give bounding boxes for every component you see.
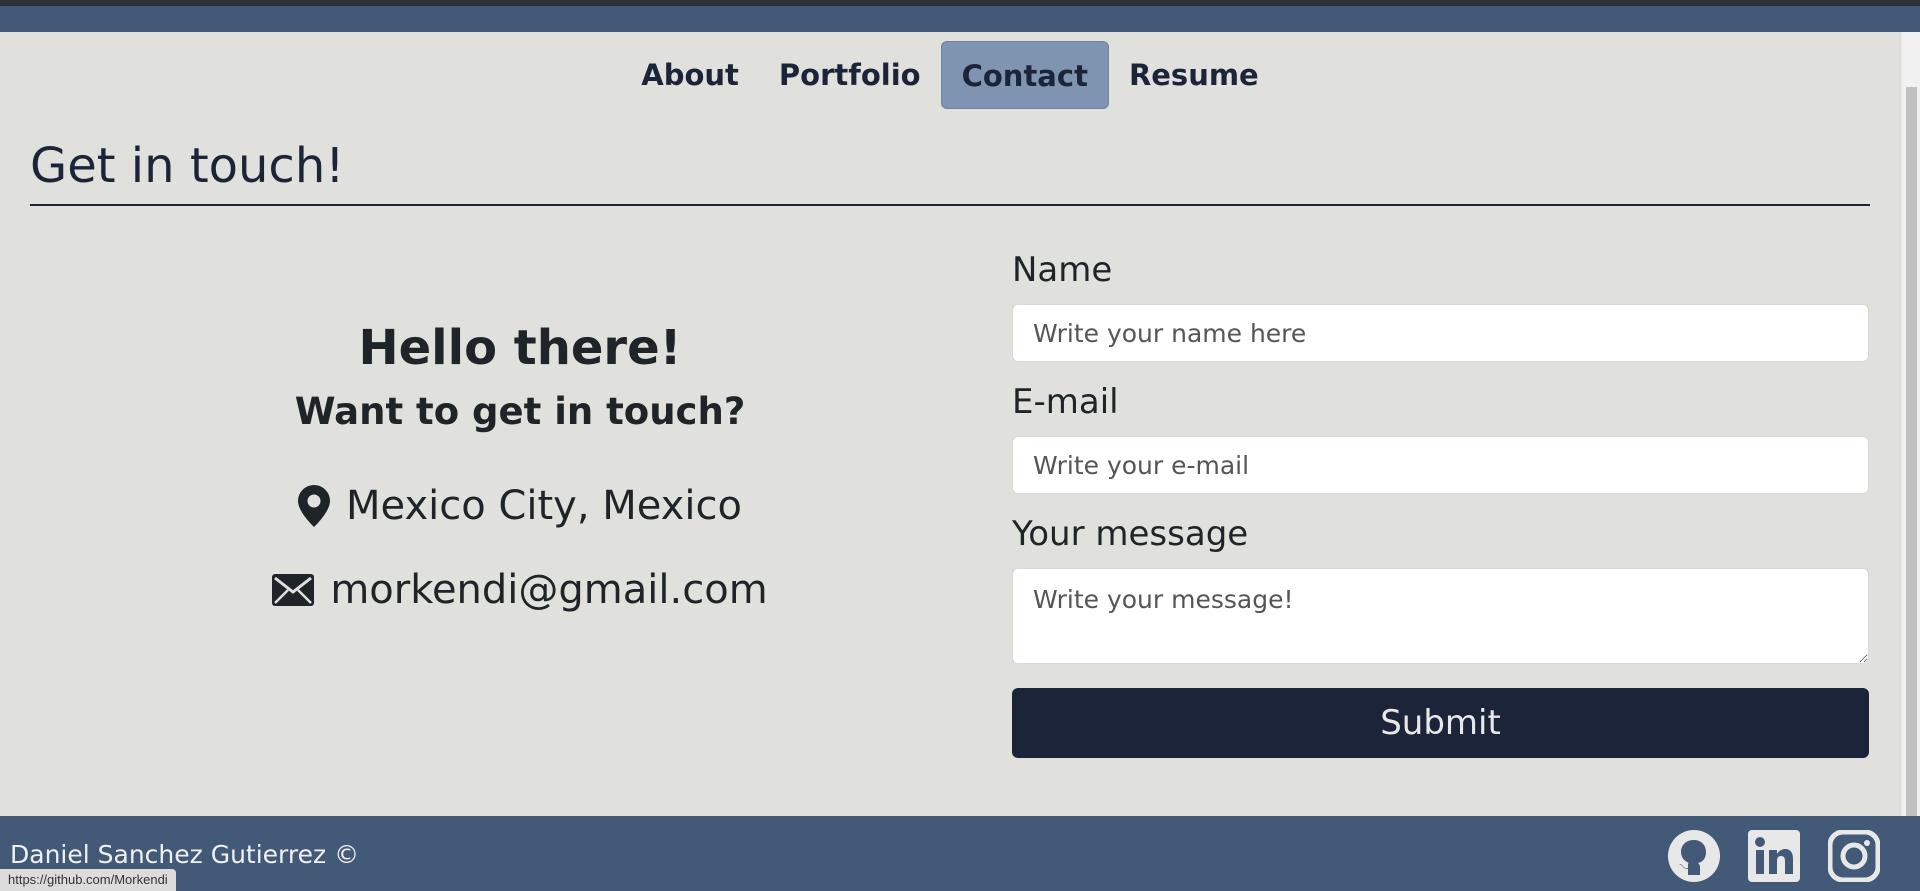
- nav-item-contact[interactable]: Contact: [940, 41, 1109, 109]
- location-text: Mexico City, Mexico: [346, 482, 742, 529]
- header-bar: [0, 6, 1920, 32]
- email-row: morkendi@gmail.com: [30, 567, 1010, 613]
- nav-item-about[interactable]: About: [621, 41, 759, 109]
- contact-form: Name E-mail Your message Submit: [1012, 250, 1869, 758]
- submit-button[interactable]: Submit: [1012, 688, 1869, 758]
- footer-copyright: Daniel Sanchez Gutierrez ©: [10, 840, 360, 869]
- social-links: [1668, 829, 1881, 883]
- scrollbar-thumb[interactable]: [1906, 87, 1917, 817]
- email-input[interactable]: [1012, 436, 1869, 494]
- status-bar-url: https://github.com/Morkendi: [0, 869, 176, 891]
- subheading: Want to get in touch?: [294, 389, 746, 433]
- hello-heading: Hello there!: [358, 320, 682, 376]
- envelope-icon: [272, 573, 315, 606]
- instagram-icon[interactable]: [1827, 829, 1881, 883]
- message-label: Your message: [1012, 514, 1249, 554]
- linkedin-icon[interactable]: [1748, 830, 1800, 882]
- page-scrollbar[interactable]: [1901, 32, 1920, 817]
- name-input[interactable]: [1012, 304, 1869, 362]
- main-nav: About Portfolio Contact Resume: [0, 40, 1900, 110]
- contact-intro: Hello there! Want to get in touch? Mexic…: [30, 300, 1010, 613]
- footer: Daniel Sanchez Gutierrez © https://githu…: [0, 816, 1920, 891]
- name-label: Name: [1012, 250, 1113, 290]
- message-textarea[interactable]: [1012, 568, 1869, 664]
- email-text: morkendi@gmail.com: [330, 566, 768, 613]
- title-divider: [30, 204, 1870, 206]
- map-pin-icon: [298, 484, 331, 527]
- github-icon[interactable]: [1668, 830, 1720, 882]
- page-title: Get in touch!: [30, 138, 345, 194]
- location-row: Mexico City, Mexico: [30, 483, 1010, 529]
- nav-item-portfolio[interactable]: Portfolio: [759, 41, 941, 109]
- nav-item-resume[interactable]: Resume: [1109, 41, 1279, 109]
- email-label: E-mail: [1012, 382, 1119, 422]
